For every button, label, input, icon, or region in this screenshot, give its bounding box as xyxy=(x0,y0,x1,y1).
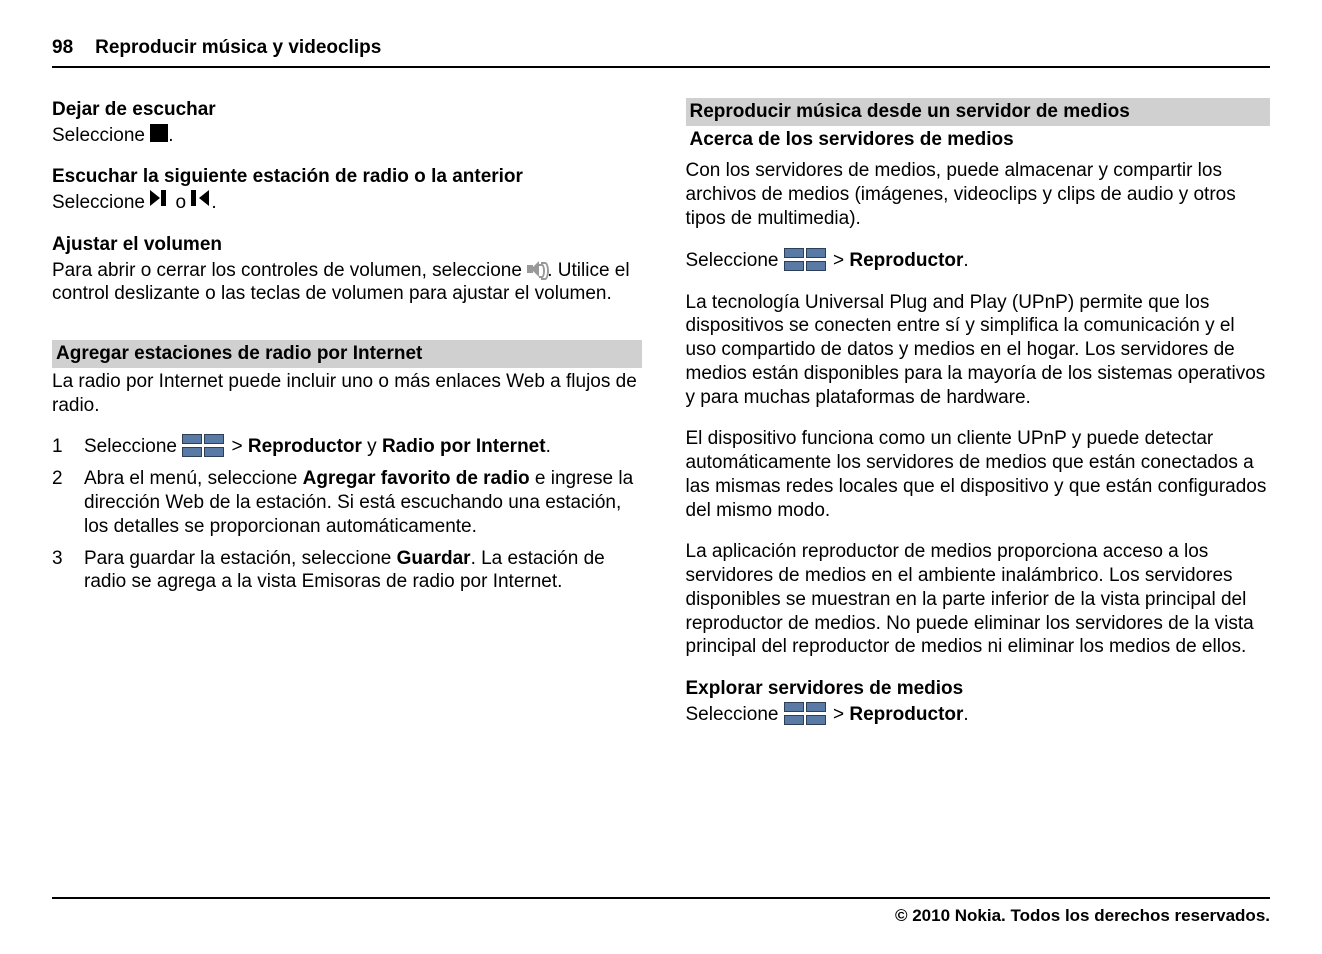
ui-label-agregar-favorito: Agregar favorito de radio xyxy=(303,468,530,489)
step-2: 2 Abra el menú, seleccione Agregar favor… xyxy=(52,467,642,538)
t: . xyxy=(963,704,968,725)
speaker-icon xyxy=(527,261,547,277)
internet-radio-intro: La radio por Internet puede incluir uno … xyxy=(52,370,642,418)
t: Seleccione xyxy=(686,250,784,271)
t: Para guardar la estación, seleccione xyxy=(84,548,397,569)
next-prev-line: Seleccione o . xyxy=(52,191,642,215)
app-grid-icon xyxy=(182,434,226,458)
volume-line1: Para abrir o cerrar los controles de vol… xyxy=(52,260,527,281)
t: Seleccione xyxy=(686,704,784,725)
heading-next-prev: Escuchar la siguiente estación de radio … xyxy=(52,165,642,189)
step-text: Seleccione > Reproductor y Radio por Int… xyxy=(84,435,642,459)
heading-explore-servers: Explorar servidores de medios xyxy=(686,677,1271,701)
ui-label-guardar: Guardar xyxy=(397,548,471,569)
section-media-server: Reproducir música desde un servidor de m… xyxy=(686,98,1271,126)
page: 98 Reproducir música y videoclips Dejar … xyxy=(0,0,1322,954)
ui-label-reproductor: Reproductor xyxy=(849,704,963,725)
explore-line: Seleccione > Reproductor. xyxy=(686,703,1271,727)
step-text: Abra el menú, seleccione Agregar favorit… xyxy=(84,467,642,538)
media-server-p3: El dispositivo funciona como un cliente … xyxy=(686,427,1271,522)
ui-label-reproductor: Reproductor xyxy=(248,436,362,457)
header-title: Reproducir música y videoclips xyxy=(95,36,381,60)
media-server-p4: La aplicación reproductor de medios prop… xyxy=(686,540,1271,659)
subsection-about-servers: Acerca de los servidores de medios xyxy=(686,128,1271,154)
step-1: 1 Seleccione > Reproductor y Radio por I… xyxy=(52,435,642,459)
t: > xyxy=(833,250,849,271)
content-columns: Dejar de escuchar Seleccione . Escuchar … xyxy=(52,98,1270,887)
t: Abra el menú, seleccione xyxy=(84,468,303,489)
right-column: Reproducir música desde un servidor de m… xyxy=(686,98,1271,887)
step-number: 2 xyxy=(52,467,64,538)
period: . xyxy=(168,125,173,146)
app-grid-icon xyxy=(784,248,828,272)
t: . xyxy=(546,436,551,457)
step-3: 3 Para guardar la estación, seleccione G… xyxy=(52,547,642,595)
text-select: Seleccione xyxy=(52,192,145,213)
copyright-footer: © 2010 Nokia. Todos los derechos reserva… xyxy=(52,897,1270,926)
t: Seleccione xyxy=(84,436,182,457)
step-number: 3 xyxy=(52,547,64,595)
stop-icon xyxy=(150,124,168,142)
step-text: Para guardar la estación, seleccione Gua… xyxy=(84,547,642,595)
t: y xyxy=(367,436,382,457)
left-column: Dejar de escuchar Seleccione . Escuchar … xyxy=(52,98,642,887)
section-internet-radio: Agregar estaciones de radio por Internet xyxy=(52,340,642,368)
app-grid-icon xyxy=(784,702,828,726)
volume-paragraph: Para abrir o cerrar los controles de vol… xyxy=(52,259,642,307)
prev-track-icon xyxy=(191,189,211,213)
heading-stop-listening: Dejar de escuchar xyxy=(52,98,642,122)
t: > xyxy=(833,704,849,725)
heading-adjust-volume: Ajustar el volumen xyxy=(52,233,642,257)
stop-listening-line: Seleccione . xyxy=(52,124,642,148)
t: . xyxy=(963,250,968,271)
select-reproductor-line: Seleccione > Reproductor. xyxy=(686,249,1271,273)
text-or: o xyxy=(170,192,191,213)
page-number: 98 xyxy=(52,36,73,60)
page-header: 98 Reproducir música y videoclips xyxy=(52,36,1270,68)
media-server-p1: Con los servidores de medios, puede alma… xyxy=(686,159,1271,230)
t: > xyxy=(232,436,248,457)
footer-wrap: © 2010 Nokia. Todos los derechos reserva… xyxy=(52,887,1270,926)
ui-label-reproductor: Reproductor xyxy=(849,250,963,271)
text-select: Seleccione xyxy=(52,125,145,146)
step-number: 1 xyxy=(52,435,64,459)
next-track-icon xyxy=(150,189,170,213)
ui-label-radio-internet: Radio por Internet xyxy=(382,436,546,457)
media-server-p2: La tecnología Universal Plug and Play (U… xyxy=(686,291,1271,410)
period: . xyxy=(211,192,216,213)
